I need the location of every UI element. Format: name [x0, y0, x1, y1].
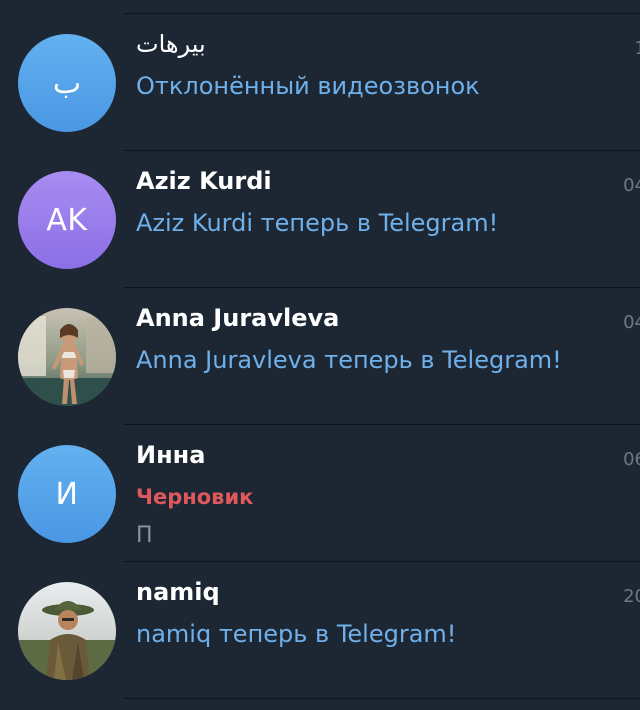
chat-list-screen: ب بيرهات 1 Отклонённый видеозвонок AK Az… [0, 0, 640, 710]
draft-text: П [136, 523, 153, 548]
avatar-photo-image [18, 582, 116, 680]
chat-time: 04 [623, 312, 640, 333]
avatar: ب [18, 34, 116, 132]
chat-preview: Отклонённый видеозвонок [136, 72, 480, 100]
chat-row-anna-juravleva[interactable]: Anna Juravleva 04 Anna Juravleva теперь … [0, 288, 640, 425]
avatar-photo [18, 308, 116, 406]
chat-name: Инна [136, 441, 206, 469]
avatar-initials: ب [52, 65, 82, 101]
chat-name: Aziz Kurdi [136, 167, 272, 195]
avatar-initials: AK [46, 202, 88, 238]
chat-row-namiq[interactable]: namiq 20 namiq теперь в Telegram! [0, 562, 640, 699]
chat-list: ب بيرهات 1 Отклонённый видеозвонок AK Az… [0, 14, 640, 699]
chat-row-aziz-kurdi[interactable]: AK Aziz Kurdi 04 Aziz Kurdi теперь в Tel… [0, 151, 640, 288]
chat-preview: Anna Juravleva теперь в Telegram! [136, 346, 562, 374]
chat-row-birhat[interactable]: ب بيرهات 1 Отклонённый видеозвонок [0, 14, 640, 151]
avatar: И [18, 445, 116, 543]
chat-time: 1 [635, 38, 640, 59]
chat-preview: namiq теперь в Telegram! [136, 620, 457, 648]
avatar: AK [18, 171, 116, 269]
chat-name: بيرهات [136, 30, 206, 58]
chat-time: 04 [623, 175, 640, 196]
avatar-initials: И [55, 476, 79, 512]
chat-time: 20 [623, 586, 640, 607]
avatar-photo-image [18, 308, 116, 406]
chat-preview: Aziz Kurdi теперь в Telegram! [136, 209, 499, 237]
chat-name: namiq [136, 578, 220, 606]
chat-time: 06 [623, 449, 640, 470]
chat-name: Anna Juravleva [136, 304, 340, 332]
avatar-photo [18, 582, 116, 680]
draft-label: Черновик [136, 485, 254, 509]
chat-row-inna[interactable]: И Инна 06 Черновик П [0, 425, 640, 562]
divider [124, 698, 640, 699]
